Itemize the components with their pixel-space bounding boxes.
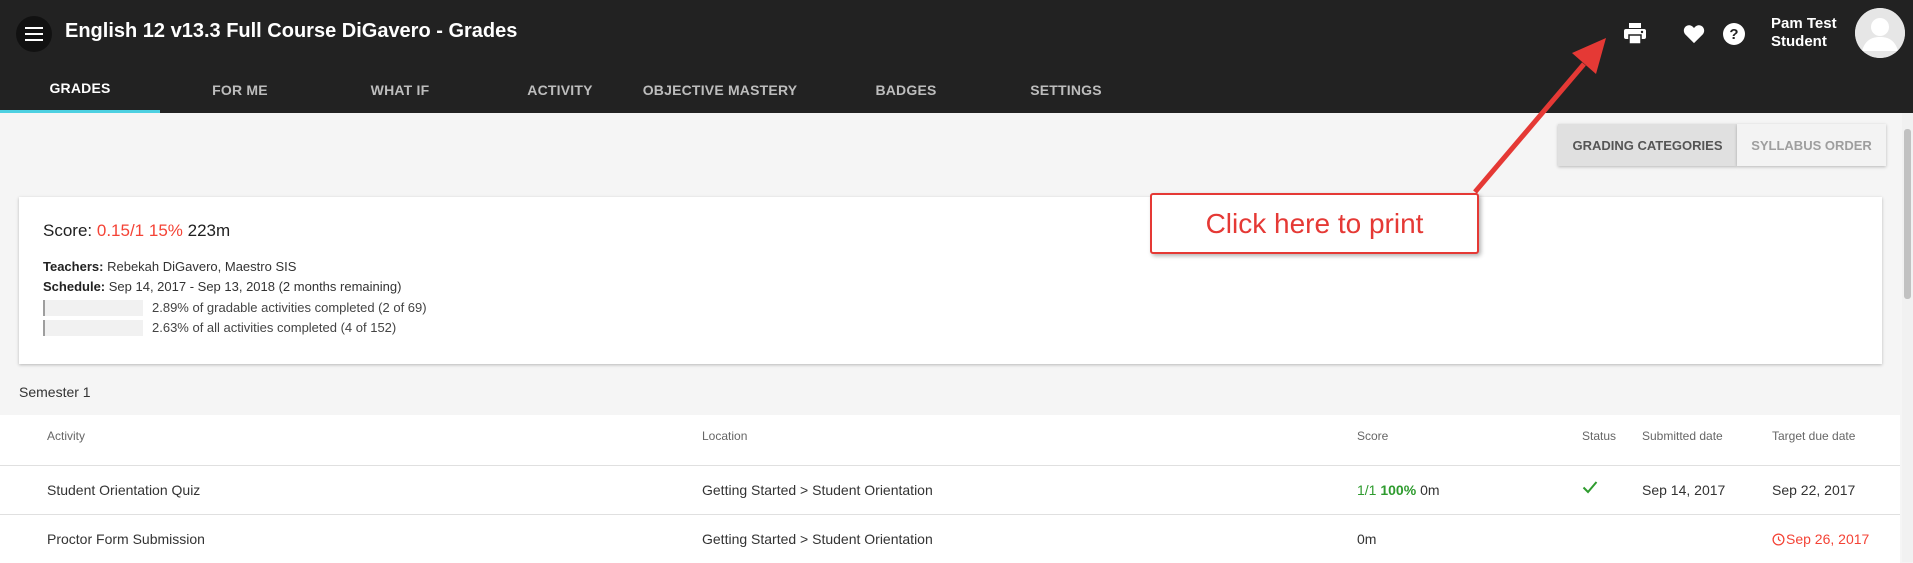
status-cell <box>1582 480 1598 497</box>
score-percent: 15% <box>148 221 183 240</box>
page-scrollbar[interactable] <box>1902 113 1913 562</box>
score-value: 0.15/1 <box>96 221 145 240</box>
help-icon: ? <box>1723 23 1745 45</box>
schedule-value: Sep 14, 2017 - Sep 13, 2018 (2 months re… <box>108 279 402 294</box>
activity-name[interactable]: Student Orientation Quiz <box>47 482 200 498</box>
svg-text:?: ? <box>1729 26 1738 43</box>
syllabus-order-button[interactable]: SYLLABUS ORDER <box>1737 124 1886 166</box>
column-header-activity[interactable]: Activity <box>47 429 85 443</box>
print-button[interactable] <box>1621 20 1649 48</box>
target-date-text: Sep 26, 2017 <box>1786 531 1870 547</box>
column-header-score[interactable]: Score <box>1357 429 1388 443</box>
score-time: 0m <box>1420 482 1440 498</box>
score-summary-card: Score: 0.15/1 15% 223m Teachers: Rebekah… <box>19 197 1882 364</box>
heart-icon <box>1683 25 1705 44</box>
check-icon <box>1582 481 1598 494</box>
semester-heading: Semester 1 <box>19 384 91 400</box>
favorites-button[interactable] <box>1680 20 1708 48</box>
user-name[interactable]: Pam Test Student <box>1771 15 1837 51</box>
gradable-progress-label: 2.89% of gradable activities completed (… <box>152 300 427 315</box>
user-avatar-icon <box>1855 8 1905 58</box>
all-activities-progress-label: 2.63% of all activities completed (4 of … <box>152 320 397 335</box>
tab-settings[interactable]: SETTINGS <box>986 66 1146 113</box>
score-time: 223m <box>187 221 231 240</box>
print-icon <box>1624 23 1646 45</box>
tab-for-me[interactable]: FOR ME <box>160 66 320 113</box>
schedule-label: Schedule: <box>43 279 106 294</box>
submitted-date: Sep 14, 2017 <box>1642 482 1726 498</box>
grades-table: Activity Location Score Status Submitted… <box>0 415 1900 563</box>
schedule-line: Schedule: Sep 14, 2017 - Sep 13, 2018 (2… <box>43 279 401 294</box>
menu-button[interactable] <box>16 16 52 52</box>
activity-location: Getting Started > Student Orientation <box>702 531 933 547</box>
tab-objective-mastery[interactable]: OBJECTIVE MASTERY <box>640 66 800 113</box>
score-percent: 100% <box>1380 482 1417 498</box>
menu-icon <box>25 27 43 41</box>
avatar[interactable] <box>1855 8 1905 58</box>
scrollbar-thumb[interactable] <box>1904 129 1911 299</box>
score-fraction: 1/1 <box>1357 482 1377 498</box>
activity-location: Getting Started > Student Orientation <box>702 482 933 498</box>
activity-name[interactable]: Proctor Form Submission <box>47 531 205 547</box>
user-name-line1: Pam Test <box>1771 15 1837 32</box>
column-header-submitted[interactable]: Submitted date <box>1642 429 1723 443</box>
target-due-date: Sep 22, 2017 <box>1772 482 1856 498</box>
teachers-label: Teachers: <box>43 259 104 274</box>
gradable-progress-bar <box>43 300 143 316</box>
teachers-value: Rebekah DiGavero, Maestro SIS <box>107 259 297 274</box>
tab-activity[interactable]: ACTIVITY <box>480 66 640 113</box>
target-due-date-overdue: Sep 26, 2017 <box>1772 531 1869 547</box>
help-button[interactable]: ? <box>1720 20 1748 48</box>
activity-score: 1/1 100% 0m <box>1357 482 1440 498</box>
table-row[interactable]: Proctor Form Submission Getting Started … <box>0 514 1900 563</box>
activity-score: 0m <box>1357 531 1377 547</box>
tab-badges[interactable]: BADGES <box>826 66 986 113</box>
column-header-status[interactable]: Status <box>1582 429 1616 443</box>
tab-bar: GRADES FOR ME WHAT IF ACTIVITY OBJECTIVE… <box>0 66 1913 113</box>
column-header-target[interactable]: Target due date <box>1772 429 1855 443</box>
grading-categories-button[interactable]: GRADING CATEGORIES <box>1558 124 1737 166</box>
score-label: Score: <box>43 221 93 240</box>
print-callout: Click here to print <box>1150 193 1479 254</box>
page-title: English 12 v13.3 Full Course DiGavero - … <box>65 20 518 42</box>
app-header: English 12 v13.3 Full Course DiGavero - … <box>0 0 1913 113</box>
tab-what-if[interactable]: WHAT IF <box>320 66 480 113</box>
table-row[interactable]: Student Orientation Quiz Getting Started… <box>0 465 1900 514</box>
all-activities-progress-bar <box>43 320 143 336</box>
score-line: Score: 0.15/1 15% 223m <box>43 221 230 241</box>
overdue-clock-icon <box>1772 532 1785 546</box>
user-role: Student <box>1771 33 1827 50</box>
tab-grades[interactable]: GRADES <box>0 66 160 113</box>
column-header-location[interactable]: Location <box>702 429 747 443</box>
teachers-line: Teachers: Rebekah DiGavero, Maestro SIS <box>43 259 296 274</box>
